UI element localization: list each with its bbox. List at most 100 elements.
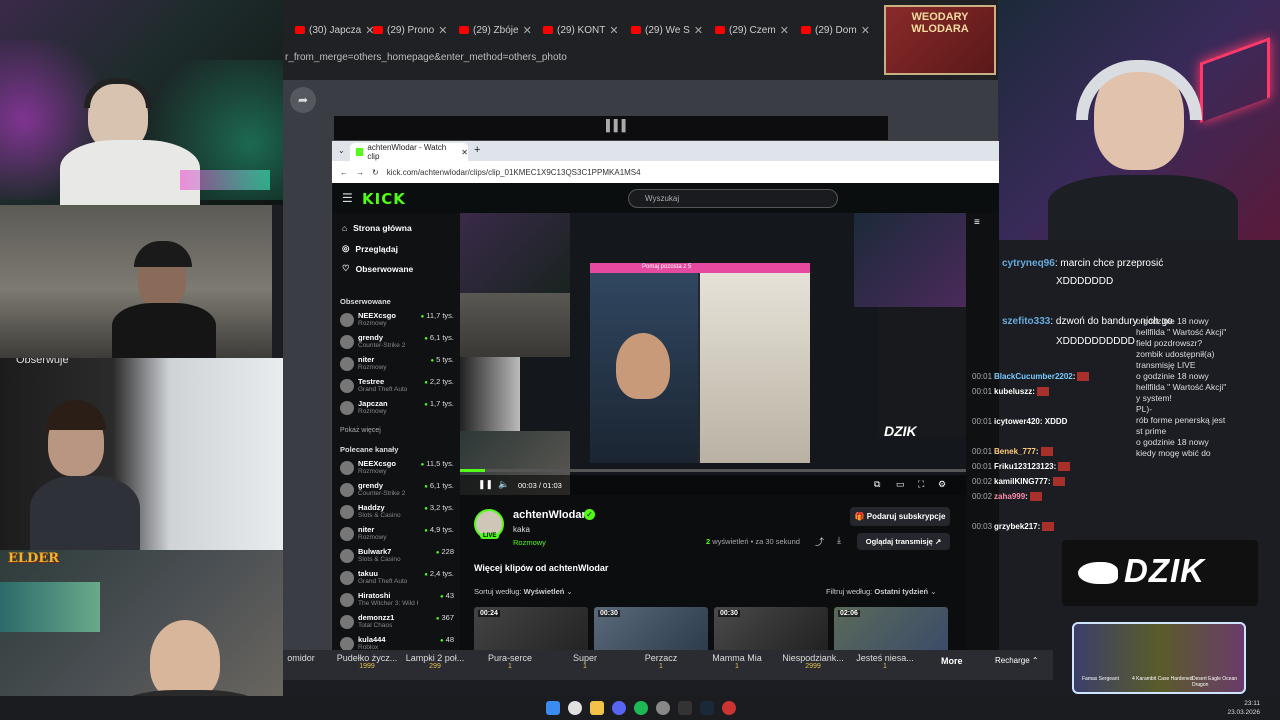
video-progress-bar[interactable] — [460, 469, 966, 472]
clip-video-player[interactable]: Pomaj pozosta z 5 DZIK ❚❚ 🔈 00:03 / 01:0… — [460, 213, 966, 495]
chat-message: XDDDDDDDDDD — [1056, 336, 1135, 347]
theater-icon[interactable]: ▭ — [896, 479, 905, 490]
system-clock[interactable]: 23:11 23.03.2026 — [1227, 699, 1260, 717]
volume-icon[interactable]: 🔈 — [498, 479, 509, 490]
show-more-link[interactable]: Pokaż więcej — [340, 427, 381, 434]
inner-url-bar[interactable]: ← → ↻ kick.com/achtenwlodar/clips/clip_0… — [332, 161, 999, 183]
recommended-channel[interactable]: Bulwark7Slots & Casino228 — [340, 547, 454, 565]
app-icon[interactable] — [722, 701, 736, 715]
folder-icon[interactable] — [590, 701, 604, 715]
share-icon[interactable]: ⤴ — [815, 535, 824, 548]
close-icon[interactable]: ✕ — [609, 24, 618, 37]
menu-icon[interactable]: ☰ — [342, 191, 353, 205]
followed-channel[interactable]: niterRozmowy5 tys. — [340, 355, 454, 373]
recommended-channel[interactable]: niterRozmowy4,9 tys. — [340, 525, 454, 543]
inner-browser-window: ⌄ achtenWlodar - Watch clip ✕ + ← → ↻ ki… — [331, 140, 999, 657]
youtube-icon — [373, 26, 383, 34]
kick-favicon-icon — [356, 148, 364, 156]
gift-subscription-button[interactable]: 🎁 Podaruj subskrypcje — [850, 507, 950, 526]
chat-toggle-icon[interactable]: ≡ — [974, 217, 980, 228]
followed-channel[interactable]: JapczanRozmowy1,7 tys. — [340, 399, 454, 417]
close-icon[interactable]: ✕ — [438, 24, 447, 37]
search-input[interactable]: Wyszukaj — [628, 189, 838, 208]
nav-home[interactable]: ⌂ Strona główna — [342, 223, 412, 233]
browser-tab[interactable]: (29) Dom ✕ — [801, 20, 870, 40]
obs-icon[interactable] — [678, 701, 692, 715]
youtube-icon — [715, 26, 725, 34]
recommended-channel[interactable]: HiratoshiThe Witcher 3: Wild Hunt43 — [340, 591, 454, 609]
fullscreen-icon[interactable]: ⛶ — [918, 479, 924, 490]
reward-item[interactable]: Jesteś niesa... 1 — [845, 653, 925, 670]
rewards-more-button[interactable]: More — [941, 656, 963, 666]
dzik-logo: DZIK — [1062, 540, 1258, 606]
nav-following[interactable]: ♡ Obserwowane — [342, 263, 413, 274]
avatar — [340, 505, 354, 519]
kick-logo[interactable]: KICK — [362, 190, 406, 208]
recommended-channel[interactable]: takuuGrand Theft Auto2,4 tys. — [340, 569, 454, 587]
reward-item[interactable]: Lampki 2 poł... 299 — [395, 653, 475, 670]
chat-message: 00:02 kamilKING777: — [972, 477, 1067, 487]
avatar — [340, 549, 354, 563]
channel-name[interactable]: achtenWlodar — [513, 509, 586, 521]
video-time: 00:03 / 01:03 — [518, 481, 562, 490]
recommended-channel[interactable]: HaddzySlots & Casino3,2 tys. — [340, 503, 454, 521]
followed-channel[interactable]: TestreeGrand Theft Auto2,2 tys. — [340, 377, 454, 395]
spotify-icon[interactable] — [634, 701, 648, 715]
reward-item[interactable]: Pura-serce 1 — [470, 653, 550, 670]
sort-dropdown[interactable]: Sortuj według: Wyświetleń ⌄ — [474, 587, 573, 596]
close-icon[interactable]: ✕ — [694, 24, 703, 37]
inner-tab[interactable]: achtenWlodar - Watch clip ✕ — [350, 143, 468, 161]
browser-tab[interactable]: (29) KONT ✕ — [543, 20, 619, 40]
chrome-icon[interactable] — [568, 701, 582, 715]
close-icon[interactable]: ✕ — [780, 24, 789, 37]
browser-tab[interactable]: (29) Prono ✕ — [373, 20, 447, 40]
clip-icon[interactable]: ⧉ — [874, 479, 880, 490]
recommended-channel[interactable]: demonzz1Total Chaos367 — [340, 613, 454, 631]
reload-icon[interactable]: ↻ — [372, 168, 379, 177]
recommended-channel[interactable]: grendyCounter-Strike 26,1 tys. — [340, 481, 454, 499]
media-bar: ▌▌▌ — [334, 116, 888, 140]
share-arrow-button[interactable]: ➦ — [290, 87, 316, 113]
reward-item[interactable]: Super 1 — [545, 653, 625, 670]
browser-icon[interactable] — [656, 701, 670, 715]
avatar — [340, 593, 354, 607]
tab-list-icon[interactable]: ⌄ — [338, 146, 345, 155]
browser-tab[interactable]: (29) We S ✕ — [631, 20, 703, 40]
home-icon: ⌂ — [342, 223, 348, 233]
steam-icon[interactable] — [700, 701, 714, 715]
avatar — [340, 615, 354, 629]
back-icon[interactable]: ← — [340, 168, 348, 177]
avatar — [340, 357, 354, 371]
reward-item[interactable]: Perzacz 1 — [621, 653, 701, 670]
reward-item[interactable]: Mamma Mia 1 — [697, 653, 777, 670]
forward-icon[interactable]: → — [356, 168, 364, 177]
clip-category[interactable]: Rozmowy — [513, 538, 546, 547]
followed-channel[interactable]: grendyCounter-Strike 26,1 tys. — [340, 333, 454, 351]
close-icon[interactable]: ✕ — [861, 24, 870, 37]
browser-tab[interactable]: (29) Zbóje ✕ — [459, 20, 532, 40]
discord-icon[interactable] — [612, 701, 626, 715]
close-icon[interactable]: ✕ — [523, 24, 532, 37]
windows-start-icon[interactable] — [546, 701, 560, 715]
download-icon[interactable]: ⤓ — [837, 535, 841, 546]
nav-browse[interactable]: ◎ Przeglądaj — [342, 243, 398, 254]
new-tab-icon[interactable]: + — [474, 144, 480, 156]
chat-message: 00:01 kubeluszz: — [972, 387, 1051, 397]
browser-tab[interactable]: (29) Czem ✕ — [715, 20, 789, 40]
pause-icon[interactable]: ❚❚ — [478, 479, 493, 490]
weogo-logo: WEODARY WLODARA — [884, 5, 996, 75]
browser-tab[interactable]: (30) Japcza ✕ — [295, 20, 374, 40]
recharge-button[interactable]: Recharge ⌃ — [995, 656, 1039, 665]
equalizer-icon: ▌▌▌ — [606, 120, 630, 132]
gear-icon[interactable]: ⚙ — [938, 479, 946, 490]
video-controls: ❚❚ 🔈 00:03 / 01:03 ⧉ ▭ ⛶ ⚙ — [460, 475, 966, 495]
close-icon[interactable]: ✕ — [461, 148, 468, 157]
watch-stream-button[interactable]: Oglądaj transmisję ↗ — [857, 533, 950, 550]
webcam-top-left — [0, 0, 283, 205]
followed-channel[interactable]: NEEXcsgoRozmowy11,7 tys. — [340, 311, 454, 329]
rewards-bar: omidor Pudełko życz... 1999 Lampki 2 poł.… — [283, 650, 1053, 680]
filter-dropdown[interactable]: Filtruj według: Ostatni tydzień ⌄ — [826, 587, 937, 596]
reward-item[interactable]: Niespodziank... 2999 — [773, 653, 853, 670]
recommended-channel[interactable]: NEEXcsgoRozmowy11,5 tys. — [340, 459, 454, 477]
verified-icon: ✓ — [584, 509, 595, 520]
